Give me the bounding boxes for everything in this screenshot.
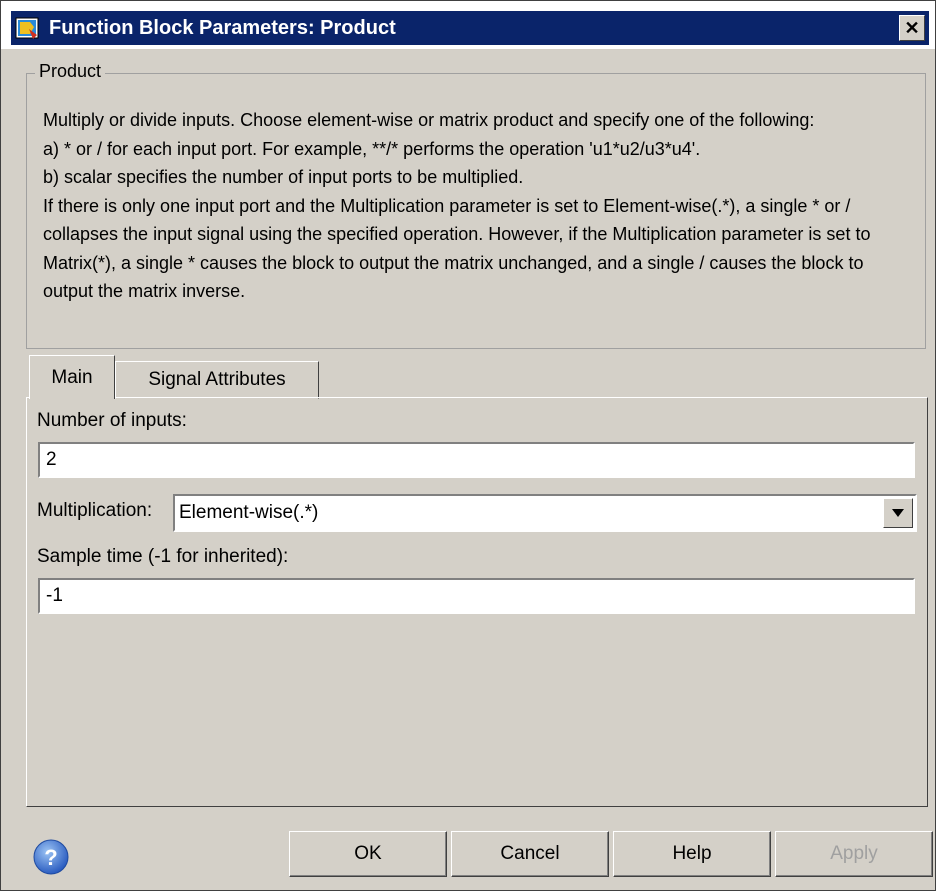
multiplication-label: Multiplication: — [37, 500, 153, 521]
simulink-block-icon — [15, 15, 41, 41]
tab-strip: Main Signal Attributes — [29, 355, 319, 399]
multiplication-select[interactable]: Element-wise(.*) — [173, 494, 917, 532]
title-bar-inner: Function Block Parameters: Product ✕ — [11, 11, 929, 45]
number-of-inputs-label: Number of inputs: — [37, 410, 187, 431]
sample-time-field[interactable]: -1 — [38, 578, 915, 614]
multiplication-value: Element-wise(.*) — [179, 502, 319, 523]
ok-button[interactable]: OK — [289, 831, 447, 877]
main-tab-panel: Number of inputs: 2 Multiplication: Elem… — [26, 397, 928, 807]
question-mark-icon[interactable]: ? — [33, 839, 69, 875]
sample-time-label: Sample time (-1 for inherited): — [37, 546, 289, 567]
block-description: Multiply or divide inputs. Choose elemen… — [43, 110, 871, 301]
number-of-inputs-field[interactable]: 2 — [38, 442, 915, 478]
cancel-button[interactable]: Cancel — [451, 831, 609, 877]
sample-time-value: -1 — [46, 585, 63, 606]
title-bar: Function Block Parameters: Product ✕ — [1, 1, 935, 49]
product-groupbox: Product Multiply or divide inputs. Choos… — [26, 61, 926, 349]
apply-button[interactable]: Apply — [775, 831, 933, 877]
svg-text:?: ? — [44, 845, 57, 870]
close-icon: ✕ — [904, 17, 920, 38]
window-title: Function Block Parameters: Product — [49, 16, 396, 39]
help-button[interactable]: Help — [613, 831, 771, 877]
groupbox-legend: Product — [35, 61, 106, 82]
triangle-down-icon[interactable] — [883, 498, 913, 528]
number-of-inputs-value: 2 — [46, 449, 57, 470]
tab-signal-attributes[interactable]: Signal Attributes — [115, 361, 319, 399]
tab-main[interactable]: Main — [29, 355, 115, 399]
close-button[interactable]: ✕ — [899, 15, 925, 41]
dialog-window: Function Block Parameters: Product ✕ Pro… — [0, 0, 936, 891]
